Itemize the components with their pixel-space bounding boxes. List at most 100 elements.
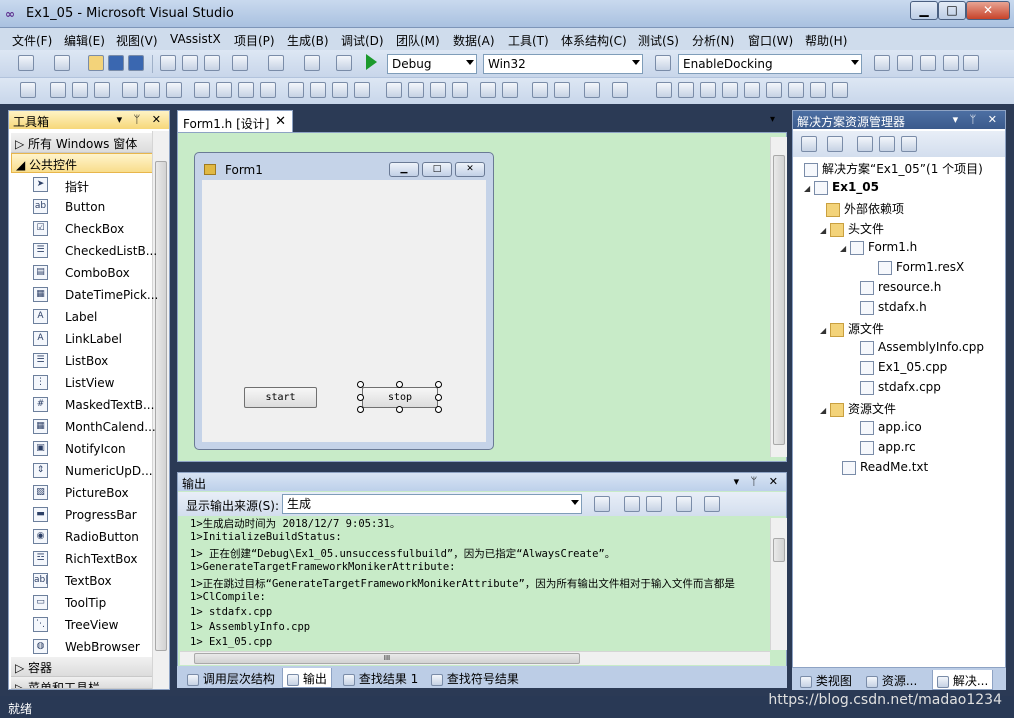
align-to-grid-icon[interactable] bbox=[20, 82, 36, 98]
tab-call-hierarchy[interactable]: 调用层次结构 bbox=[183, 668, 279, 688]
save-all-icon[interactable] bbox=[128, 55, 144, 71]
menu-tools[interactable]: 工具(T) bbox=[508, 32, 549, 49]
align-tops-icon[interactable] bbox=[122, 82, 138, 98]
make-same-size-icon[interactable] bbox=[238, 82, 254, 98]
solution-tree-node[interactable]: stdafx.h bbox=[860, 300, 927, 315]
align-middles-icon[interactable] bbox=[144, 82, 160, 98]
solution-tree-node[interactable]: Ex1_05.cpp bbox=[860, 360, 947, 375]
toolbox-item[interactable]: A Label bbox=[11, 306, 157, 328]
toolbox-item[interactable]: ⋮ ListView bbox=[11, 372, 157, 394]
menu-team[interactable]: 团队(M) bbox=[396, 32, 440, 49]
toolbox-item[interactable]: ▦ MonthCalend... bbox=[11, 416, 157, 438]
menu-edit[interactable]: 编辑(E) bbox=[64, 32, 105, 49]
solution-tree-node[interactable]: ◢ Form1.h bbox=[840, 240, 917, 255]
h-spacing-decrease-icon[interactable] bbox=[332, 82, 348, 98]
tab-class-view[interactable]: 类视图 bbox=[796, 670, 856, 690]
v-spacing-remove-icon[interactable] bbox=[452, 82, 468, 98]
extensions-icon[interactable] bbox=[963, 55, 979, 71]
h-spacing-remove-icon[interactable] bbox=[354, 82, 370, 98]
menu-debug[interactable]: 调试(D) bbox=[341, 32, 384, 49]
menu-build[interactable]: 生成(B) bbox=[287, 32, 329, 49]
va-back-icon[interactable] bbox=[722, 82, 738, 98]
solution-tree-node[interactable]: ◢ Ex1_05 bbox=[804, 180, 879, 195]
toolbox-item[interactable]: ⋱ TreeView bbox=[11, 614, 157, 636]
toolbox-item[interactable]: ▧ PictureBox bbox=[11, 482, 157, 504]
va-forward-icon[interactable] bbox=[744, 82, 760, 98]
tab-output[interactable]: 输出 bbox=[282, 668, 332, 688]
new-project-icon[interactable] bbox=[18, 55, 34, 71]
open-folder-icon[interactable] bbox=[88, 55, 104, 71]
menu-test[interactable]: 测试(S) bbox=[638, 32, 679, 49]
va-references-icon[interactable] bbox=[766, 82, 782, 98]
toolbox-item[interactable]: ab Button bbox=[11, 196, 157, 218]
resize-handle[interactable] bbox=[435, 394, 442, 401]
va-comment-icon[interactable] bbox=[700, 82, 716, 98]
cut-icon[interactable] bbox=[160, 55, 176, 71]
solution-tree-node[interactable]: stdafx.cpp bbox=[860, 380, 941, 395]
previous-message-icon[interactable] bbox=[624, 496, 640, 512]
toolbox-item[interactable]: ☑ CheckBox bbox=[11, 218, 157, 240]
h-spacing-equal-icon[interactable] bbox=[288, 82, 304, 98]
va-find-symbol-icon[interactable] bbox=[678, 82, 694, 98]
center-vertically-icon[interactable] bbox=[502, 82, 518, 98]
align-lefts-icon[interactable] bbox=[50, 82, 66, 98]
expander-icon[interactable]: ◢ bbox=[820, 226, 830, 235]
paste-icon[interactable] bbox=[204, 55, 220, 71]
resize-handle[interactable] bbox=[357, 381, 364, 388]
tab-form1-design[interactable]: Form1.h [设计] ✕ bbox=[177, 110, 293, 132]
toolbox-category-containers[interactable]: ▷ 容器 bbox=[11, 657, 157, 677]
save-icon[interactable] bbox=[108, 55, 124, 71]
make-same-height-icon[interactable] bbox=[216, 82, 232, 98]
menu-help[interactable]: 帮助(H) bbox=[805, 32, 847, 49]
menu-architecture[interactable]: 体系结构(C) bbox=[561, 32, 627, 49]
tab-find-symbol-results[interactable]: 查找符号结果 bbox=[427, 668, 523, 688]
show-all-files-icon[interactable] bbox=[827, 136, 843, 152]
toolbox-item[interactable]: ab| TextBox bbox=[11, 570, 157, 592]
toolbox-item[interactable]: ⇕ NumericUpD... bbox=[11, 460, 157, 482]
menu-window[interactable]: 窗口(W) bbox=[748, 32, 793, 49]
align-rights-icon[interactable] bbox=[94, 82, 110, 98]
v-spacing-increase-icon[interactable] bbox=[408, 82, 424, 98]
start-debug-icon[interactable] bbox=[366, 54, 377, 70]
doc-dropdown-icon[interactable]: ▾ bbox=[770, 114, 775, 125]
solution-tree-node[interactable]: AssemblyInfo.cpp bbox=[860, 340, 984, 355]
v-spacing-equal-icon[interactable] bbox=[386, 82, 402, 98]
toolbox-item[interactable]: ◍ WebBrowser bbox=[11, 636, 157, 658]
maximize-button[interactable]: □ bbox=[938, 1, 966, 20]
tab-order-icon[interactable] bbox=[584, 82, 600, 98]
solution-tree-node[interactable]: 外部依赖项 bbox=[826, 200, 904, 217]
go-to-message-icon[interactable] bbox=[594, 496, 610, 512]
output-hscrollbar[interactable]: III bbox=[180, 651, 770, 665]
tab-solution-explorer[interactable]: 解决... bbox=[932, 670, 994, 690]
start-button[interactable]: start bbox=[244, 387, 317, 408]
va-bookmark-icon[interactable] bbox=[832, 82, 848, 98]
toolbox-category-menus[interactable]: ▷ 菜单和工具栏 bbox=[11, 677, 157, 689]
toolbox-item[interactable]: # MaskedTextB... bbox=[11, 394, 157, 416]
solution-explorer-icon[interactable] bbox=[897, 55, 913, 71]
find-combo[interactable]: EnableDocking bbox=[678, 54, 862, 74]
designer-scrollbar[interactable] bbox=[770, 137, 787, 457]
tab-resource-view[interactable]: 资源... bbox=[862, 670, 921, 690]
toolbox-item[interactable]: ▦ DateTimePick... bbox=[11, 284, 158, 306]
next-message-icon[interactable] bbox=[646, 496, 662, 512]
menu-vassistx[interactable]: VAssistX bbox=[170, 32, 221, 46]
minimize-button[interactable]: ▁ bbox=[910, 1, 938, 20]
toolbox-item[interactable]: A LinkLabel bbox=[11, 328, 157, 350]
toolbox-header-buttons[interactable]: ▾ ᛘ ✕ bbox=[117, 113, 165, 126]
output-header-buttons[interactable]: ▾ ᛘ ✕ bbox=[734, 475, 782, 488]
lock-controls-icon[interactable] bbox=[612, 82, 628, 98]
find-in-files-icon[interactable] bbox=[655, 55, 671, 71]
solution-tree-node[interactable]: app.ico bbox=[860, 420, 922, 435]
output-source-combo[interactable]: 生成 bbox=[282, 494, 582, 514]
undo-icon[interactable] bbox=[232, 55, 248, 71]
toolbox-item[interactable]: ➤ 指针 bbox=[11, 174, 157, 196]
solution-tree-node[interactable]: ◢ 源文件 bbox=[820, 320, 884, 337]
va-rename-icon[interactable] bbox=[788, 82, 804, 98]
resize-handle[interactable] bbox=[357, 394, 364, 401]
add-item-icon[interactable] bbox=[54, 55, 70, 71]
clear-all-icon[interactable] bbox=[676, 496, 692, 512]
toolbox-item[interactable]: ☰ ListBox bbox=[11, 350, 157, 372]
menu-data[interactable]: 数据(A) bbox=[453, 32, 495, 49]
toolbox-category-all[interactable]: ▷ 所有 Windows 窗体 bbox=[11, 133, 157, 153]
solution-header-buttons[interactable]: ▾ ᛘ ✕ bbox=[953, 113, 1001, 126]
